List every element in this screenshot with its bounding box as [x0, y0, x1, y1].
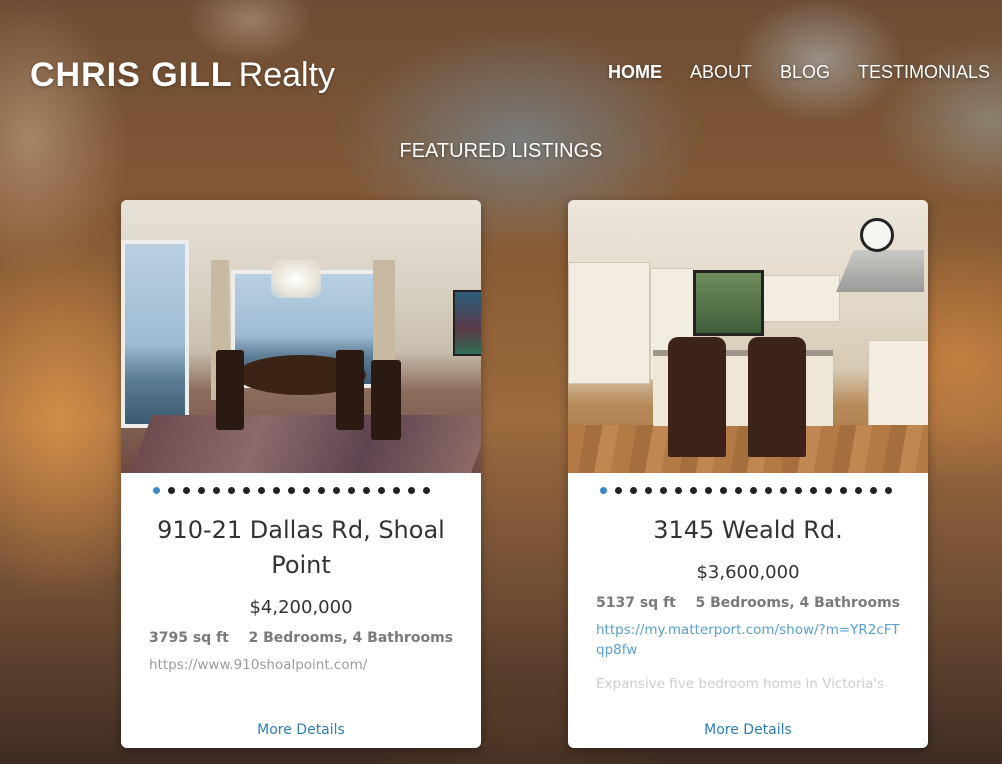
nav-blog[interactable]: BLOG — [780, 62, 830, 83]
carousel-dot[interactable] — [810, 487, 817, 494]
listing-price: $3,600,000 — [696, 562, 800, 583]
more-details-link[interactable]: More Details — [121, 722, 481, 738]
carousel-dot[interactable] — [705, 487, 712, 494]
listing-rooms: 5 Bedrooms, 4 Bathrooms — [695, 595, 900, 611]
listing-link[interactable]: https://www.910shoalpoint.com/ — [121, 655, 481, 675]
carousel-dot[interactable] — [795, 487, 802, 494]
carousel-dot[interactable] — [393, 487, 400, 494]
nav-home[interactable]: HOME — [608, 62, 662, 83]
carousel-dot[interactable] — [840, 487, 847, 494]
listing-specs: 5137 sq ft 5 Bedrooms, 4 Bathrooms — [568, 595, 928, 611]
carousel-dot[interactable] — [675, 487, 682, 494]
carousel-dot[interactable] — [183, 487, 190, 494]
photo-carousel-dots — [121, 473, 481, 495]
carousel-dot[interactable] — [318, 487, 325, 494]
carousel-dot[interactable] — [645, 487, 652, 494]
carousel-dot[interactable] — [660, 487, 667, 494]
carousel-dot[interactable] — [690, 487, 697, 494]
carousel-dot[interactable] — [228, 487, 235, 494]
carousel-dot[interactable] — [735, 487, 742, 494]
clock-icon — [860, 218, 894, 252]
carousel-dot[interactable] — [258, 487, 265, 494]
nav-about[interactable]: ABOUT — [690, 62, 752, 83]
listing-photo[interactable] — [568, 200, 928, 473]
listing-description: Expansive five bedroom home in Victoria'… — [596, 676, 885, 692]
carousel-dot[interactable] — [168, 487, 175, 494]
carousel-dot[interactable] — [870, 487, 877, 494]
section-title: FEATURED LISTINGS — [399, 140, 603, 162]
carousel-dot[interactable] — [750, 487, 757, 494]
carousel-dot[interactable] — [378, 487, 385, 494]
carousel-dot[interactable] — [720, 487, 727, 494]
carousel-dot[interactable] — [630, 487, 637, 494]
carousel-dot[interactable] — [333, 487, 340, 494]
carousel-dot[interactable] — [885, 487, 892, 494]
carousel-dot[interactable] — [423, 487, 430, 494]
logo-realty: Realty — [238, 56, 336, 94]
carousel-dot[interactable] — [348, 487, 355, 494]
carousel-dot[interactable] — [855, 487, 862, 494]
listing-title: 910-21 Dallas Rd, Shoal Point — [157, 516, 445, 579]
carousel-dot[interactable] — [153, 487, 160, 494]
carousel-dot[interactable] — [273, 487, 280, 494]
logo-name: CHRIS GILL — [30, 56, 233, 94]
carousel-dot[interactable] — [243, 487, 250, 494]
carousel-dot[interactable] — [408, 487, 415, 494]
listing-price: $4,200,000 — [249, 597, 353, 618]
carousel-dot[interactable] — [615, 487, 622, 494]
listing-card: 910-21 Dallas Rd, Shoal Point $4,200,000… — [121, 200, 481, 748]
carousel-dot[interactable] — [600, 487, 607, 494]
listing-sqft: 3795 sq ft — [149, 630, 229, 646]
more-details-link[interactable]: More Details — [568, 722, 928, 738]
listing-specs: 3795 sq ft 2 Bedrooms, 4 Bathrooms — [121, 630, 481, 646]
carousel-dot[interactable] — [198, 487, 205, 494]
listing-photo[interactable] — [121, 200, 481, 473]
main-nav: HOME ABOUT BLOG TESTIMONIALS — [608, 62, 1002, 83]
carousel-dot[interactable] — [213, 487, 220, 494]
carousel-dot[interactable] — [780, 487, 787, 494]
listing-sqft: 5137 sq ft — [596, 595, 676, 611]
photo-carousel-dots — [568, 473, 928, 495]
carousel-dot[interactable] — [765, 487, 772, 494]
carousel-dot[interactable] — [363, 487, 370, 494]
listing-title: 3145 Weald Rd. — [653, 516, 843, 544]
listing-rooms: 2 Bedrooms, 4 Bathrooms — [248, 630, 453, 646]
carousel-dot[interactable] — [288, 487, 295, 494]
carousel-dot[interactable] — [303, 487, 310, 494]
site-logo[interactable]: CHRIS GILL Realty — [30, 56, 335, 95]
listing-card: 3145 Weald Rd. $3,600,000 5137 sq ft 5 B… — [568, 200, 928, 748]
nav-testimonials[interactable]: TESTIMONIALS — [858, 62, 990, 83]
listing-link[interactable]: https://my.matterport.com/show/?m=YR2cFT… — [568, 620, 928, 660]
carousel-dot[interactable] — [825, 487, 832, 494]
